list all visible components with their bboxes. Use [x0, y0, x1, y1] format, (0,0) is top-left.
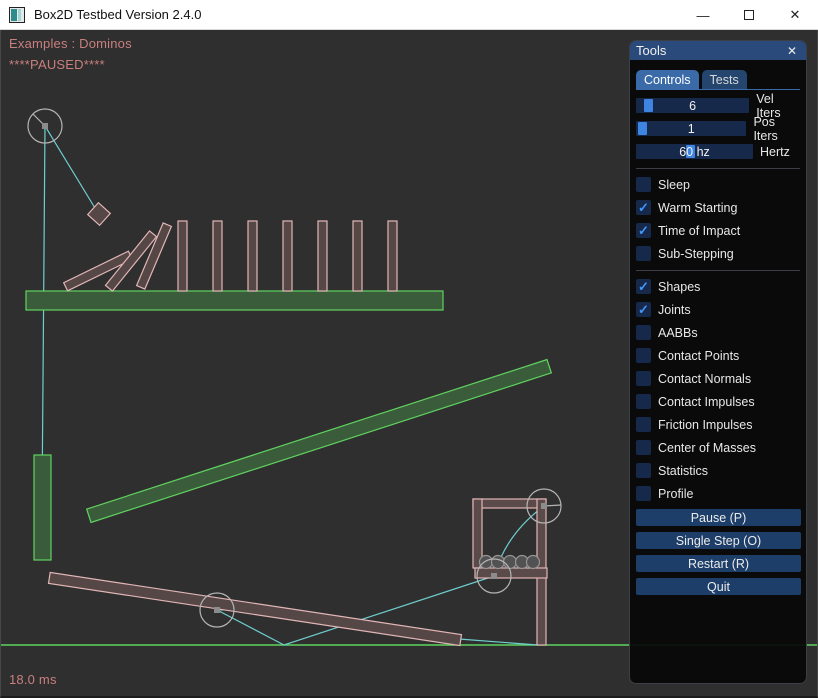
checkbox-friction-impulses[interactable]: ✓ Friction Impulses	[636, 417, 800, 432]
checkbox-profile[interactable]: ✓ Profile	[636, 486, 800, 501]
checkbox-icon: ✓	[636, 348, 651, 363]
pos-iters-value: 1	[636, 121, 746, 136]
checkbox-icon: ✓	[636, 371, 651, 386]
hertz-label: Hertz	[760, 145, 790, 159]
joint-cable-bottom	[459, 639, 538, 645]
checkbox-contact-normals[interactable]: ✓ Contact Normals	[636, 371, 800, 386]
checkbox-icon: ✓	[636, 486, 651, 501]
hanging-plank[interactable]	[34, 455, 51, 560]
checkbox-contact-impulses[interactable]: ✓ Contact Impulses	[636, 394, 800, 409]
seesaw-plank[interactable]	[49, 572, 462, 645]
close-button[interactable]: ✕	[772, 0, 818, 30]
separator	[636, 168, 800, 169]
checkbox-icon: ✓	[636, 440, 651, 455]
checkbox-aabbs[interactable]: ✓ AABBs	[636, 325, 800, 340]
pendulum-bob[interactable]	[88, 203, 111, 226]
pos-iters-slider[interactable]: 1	[636, 121, 746, 136]
tools-panel-titlebar[interactable]: Tools ✕	[630, 41, 806, 60]
hertz-slider[interactable]: 60 hz	[636, 144, 753, 159]
tools-panel: Tools ✕ Controls Tests 6 Vel Iters	[629, 40, 807, 684]
checkbox-icon: ✓	[636, 200, 651, 215]
restart-button[interactable]: Restart (R)	[636, 555, 801, 572]
simulation-canvas[interactable]: Examples : Dominos ****PAUSED**** 18.0 m…	[0, 30, 818, 698]
window-title: Box2D Testbed Version 2.4.0	[34, 7, 201, 22]
standing-dominos[interactable]	[178, 221, 397, 291]
vel-iters-slider[interactable]: 6	[636, 98, 749, 113]
vel-iters-slider-row: 6 Vel Iters	[636, 98, 800, 113]
hertz-slider-row: 60 hz Hertz	[636, 144, 800, 159]
checkbox-statistics[interactable]: ✓ Statistics	[636, 463, 800, 478]
paused-status: ****PAUSED****	[9, 57, 105, 72]
tools-panel-close-icon[interactable]: ✕	[784, 44, 800, 58]
maximize-button[interactable]	[726, 0, 772, 30]
quit-button[interactable]: Quit	[636, 578, 801, 595]
minimize-button[interactable]: —	[680, 0, 726, 30]
checkbox-icon: ✓	[636, 279, 651, 294]
maximize-icon	[744, 10, 754, 20]
hertz-value: 60 hz	[636, 144, 753, 159]
checkbox-warm-starting[interactable]: ✓ Warm Starting	[636, 200, 800, 215]
checkbox-center-of-masses[interactable]: ✓ Center of Masses	[636, 440, 800, 455]
window-titlebar: Box2D Testbed Version 2.4.0 — ✕	[0, 0, 818, 30]
frame-top-bar	[473, 499, 546, 508]
checkbox-icon: ✓	[636, 177, 651, 192]
single-step-button[interactable]: Single Step (O)	[636, 532, 801, 549]
tab-controls[interactable]: Controls	[636, 70, 699, 89]
checkbox-contact-points[interactable]: ✓ Contact Points	[636, 348, 800, 363]
tab-bar: Controls Tests	[636, 70, 800, 90]
checkbox-sub-stepping[interactable]: ✓ Sub-Stepping	[636, 246, 800, 261]
fallen-dominos[interactable]	[64, 223, 172, 291]
vel-iters-value: 6	[636, 98, 749, 113]
pos-iters-slider-row: 1 Pos Iters	[636, 121, 800, 136]
checkbox-icon: ✓	[636, 302, 651, 317]
checkbox-icon: ✓	[636, 417, 651, 432]
example-title: Examples : Dominos	[9, 36, 132, 51]
joint-pendulum-rod	[45, 126, 98, 213]
checkbox-icon: ✓	[636, 463, 651, 478]
incline-plank	[87, 360, 552, 523]
checkbox-icon: ✓	[636, 394, 651, 409]
frame-time: 18.0 ms	[9, 672, 57, 687]
tools-panel-title: Tools	[636, 43, 784, 58]
pause-button[interactable]: Pause (P)	[636, 509, 801, 526]
tab-tests[interactable]: Tests	[702, 70, 747, 89]
checkbox-icon: ✓	[636, 223, 651, 238]
checkbox-icon: ✓	[636, 246, 651, 261]
checkbox-shapes[interactable]: ✓ Shapes	[636, 279, 800, 294]
joint-rope	[42, 126, 45, 505]
shelf-platform	[26, 291, 443, 310]
separator	[636, 270, 800, 271]
checkbox-time-of-impact[interactable]: ✓ Time of Impact	[636, 223, 800, 238]
sleeping-balls[interactable]	[480, 556, 540, 569]
app-icon	[9, 7, 25, 23]
pos-iters-label: Pos Iters	[753, 115, 800, 143]
checkbox-joints[interactable]: ✓ Joints	[636, 302, 800, 317]
checkbox-icon: ✓	[636, 325, 651, 340]
checkbox-sleep[interactable]: ✓ Sleep	[636, 177, 800, 192]
